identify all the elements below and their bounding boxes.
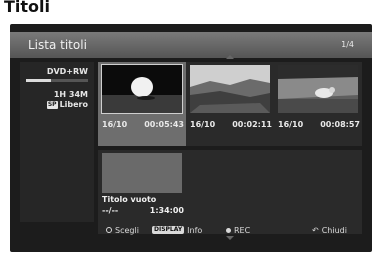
scroll-up-arrow-icon[interactable]: [226, 55, 234, 59]
footer-select: Scegli: [106, 226, 139, 235]
title-duration: 00:05:43: [144, 120, 184, 129]
return-icon: ↶: [312, 225, 319, 235]
footer-rec: REC: [226, 226, 250, 235]
tv-screen: Lista titoli 1/4 DVD+RW 1H 34M SP Libero: [10, 24, 372, 252]
title-date: 16/10: [102, 120, 128, 129]
rec-label: REC: [234, 225, 251, 235]
empty-thumbnail: [102, 153, 182, 193]
title-meta: 16/10 00:02:11: [190, 120, 272, 129]
select-label: Scegli: [115, 225, 139, 235]
header-bar: Lista titoli 1/4: [10, 32, 372, 58]
title-tile-1[interactable]: 16/10 00:05:43: [98, 62, 186, 146]
free-label: Libero: [59, 100, 88, 109]
free-time: 1H 34M: [53, 90, 88, 99]
quality-badge: SP: [46, 100, 58, 109]
title-grid: 16/10 00:05:43 16/10 00:02:11 16/10 00:0…: [98, 55, 362, 240]
title-thumbnail-animal: [278, 65, 358, 113]
caption: Titoli: [0, 0, 382, 26]
page-counter: 1/4: [341, 40, 354, 49]
title-duration: 00:08:57: [320, 120, 360, 129]
display-button-icon: DISPLAY: [152, 226, 185, 234]
rec-button-icon: [226, 227, 231, 233]
info-label: Info: [187, 225, 203, 235]
footer-close: ↶ Chiudi: [312, 226, 347, 235]
title-thumbnail-egg: [101, 64, 183, 114]
close-label: Chiudi: [321, 225, 347, 235]
title-meta: 16/10 00:05:43: [102, 120, 184, 129]
title-duration: 00:02:11: [232, 120, 272, 129]
title-tile-2[interactable]: 16/10 00:02:11: [186, 62, 274, 146]
title-thumbnail-landscape: [190, 65, 270, 113]
disc-type: DVD+RW: [46, 67, 88, 76]
title-date: 16/10: [278, 120, 304, 129]
title-meta: 16/10 00:08:57: [278, 120, 360, 129]
disc-space-fill: [26, 79, 51, 82]
disc-space-bar: [26, 79, 88, 82]
empty-title-duration: 1:34:00: [149, 206, 184, 215]
footer-info: DISPLAY Info: [152, 226, 202, 235]
empty-title-label: Titolo vuoto: [102, 195, 157, 204]
enter-button-icon: [106, 227, 112, 233]
disc-info-panel: DVD+RW 1H 34M SP Libero: [20, 62, 94, 222]
title-tile-3[interactable]: 16/10 00:08:57: [274, 62, 362, 146]
empty-title-date: --/--: [102, 206, 119, 215]
quality-row: SP Libero: [46, 100, 88, 109]
footer-help-bar: Scegli DISPLAY Info REC ↶ Chiudi: [10, 222, 372, 238]
empty-title-meta: --/-- 1:34:00: [102, 206, 184, 215]
page-title: Lista titoli: [28, 38, 87, 52]
title-date: 16/10: [190, 120, 216, 129]
